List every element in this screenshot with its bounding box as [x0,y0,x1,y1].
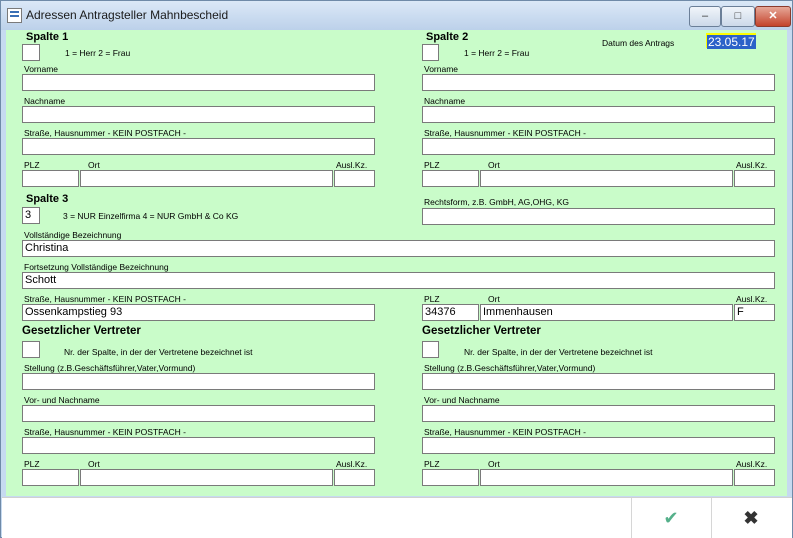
spalte1-nachname-input[interactable] [22,106,375,123]
spalte2-ausl-input[interactable] [734,170,775,187]
vertreter2-ausl-input[interactable] [734,469,775,486]
title-bar[interactable]: Adressen Antragsteller Mahnbescheid – □ … [1,1,792,30]
vertreter2-header: Gesetzlicher Vertreter [422,325,541,337]
spalte2-anrede-input[interactable] [422,44,439,61]
vertreter2-ausl-label: Ausl.Kz. [736,459,768,469]
date-label: Datum des Antrags [602,38,675,48]
app-icon [7,8,22,23]
vertreter1-ort-input[interactable] [80,469,333,486]
spalte2-nachname-input[interactable] [422,106,775,123]
spalte1-nachname-label: Nachname [24,96,66,106]
spalte3-bezeichnung-label: Vollständige Bezeichnung [24,230,122,240]
spalte2-vorname-input[interactable] [422,74,775,91]
vertreter1-stellung-input[interactable] [22,373,375,390]
vertreter2-name-label: Vor- und Nachname [424,395,500,405]
spalte2-anrede-hint: 1 = Herr 2 = Frau [464,48,530,58]
date-field[interactable]: 23.05.17 [706,33,756,49]
vertreter1-ort-label: Ort [88,459,100,469]
spalte2-plz-label: PLZ [424,160,440,170]
vertreter1-strasse-input[interactable] [22,437,375,454]
spalte3-ort-label: Ort [488,294,500,304]
spalte1-strasse-input[interactable] [22,138,375,155]
spalte1-plz-input[interactable] [22,170,79,187]
spalte2-plz-input[interactable] [422,170,479,187]
vertreter2-plz-input[interactable] [422,469,479,486]
vertreter2-strasse-input[interactable] [422,437,775,454]
spalte3-ausl-input[interactable]: F [734,304,775,321]
spalte1-vorname-label: Vorname [24,64,59,74]
spalte2-nachname-label: Nachname [424,96,466,106]
spalte3-plz-input[interactable]: 34376 [422,304,479,321]
ok-button[interactable]: ✔ [631,498,710,538]
vertreter2-name-input[interactable] [422,405,775,422]
vertreter1-ausl-label: Ausl.Kz. [336,459,368,469]
spalte3-rechtsform-input[interactable] [422,208,775,225]
vertreter2-ort-input[interactable] [480,469,733,486]
minimize-button[interactable]: – [689,6,721,27]
spalte3-ort-input[interactable]: Immenhausen [480,304,733,321]
spalte3-rechtsform-label: Rechtsform, z.B. GmbH, AG,OHG, KG [424,197,570,207]
vertreter2-plz-label: PLZ [424,459,440,469]
spalte3-art-hint: 3 = NUR Einzelfirma 4 = NUR GmbH & Co KG [63,211,239,221]
spalte3-ausl-label: Ausl.Kz. [736,294,768,304]
spalte3-header: Spalte 3 [26,193,69,205]
spalte1-ort-input[interactable] [80,170,333,187]
spalte3-art-input[interactable]: 3 [22,207,40,224]
vertreter2-nr-input[interactable] [422,341,439,358]
spalte3-strasse-input[interactable]: Ossenkampstieg 93 [22,304,375,321]
spalte2-header: Spalte 2 [426,31,469,43]
spalte1-plz-label: PLZ [24,160,40,170]
vertreter1-ausl-input[interactable] [334,469,375,486]
vertreter1-plz-input[interactable] [22,469,79,486]
dialog-window: Adressen Antragsteller Mahnbescheid – □ … [0,0,793,538]
spalte3-fortsetzung-label: Fortsetzung Vollständige Bezeichnung [24,262,169,272]
spalte2-vorname-label: Vorname [424,64,459,74]
date-value: 23.05.17 [707,35,756,49]
spalte2-ort-input[interactable] [480,170,733,187]
close-button[interactable]: ✕ [755,6,791,27]
spalte1-anrede-hint: 1 = Herr 2 = Frau [65,48,131,58]
vertreter1-header: Gesetzlicher Vertreter [22,325,141,337]
form-area: Spalte 1 1 = Herr 2 = Frau Vorname Nachn… [6,30,787,496]
vertreter2-stellung-label: Stellung (z.B.Geschäftsführer,Vater,Vorm… [424,363,596,373]
spalte1-vorname-input[interactable] [22,74,375,91]
spalte3-plz-label: PLZ [424,294,440,304]
x-icon: ✖ [743,508,759,528]
vertreter2-stellung-input[interactable] [422,373,775,390]
spalte2-ort-label: Ort [488,160,500,170]
spalte1-ort-label: Ort [88,160,100,170]
vertreter2-ort-label: Ort [488,459,500,469]
spalte3-strasse-label: Straße, Hausnummer - KEIN POSTFACH - [24,294,187,304]
vertreter1-strasse-label: Straße, Hausnummer - KEIN POSTFACH - [24,427,187,437]
maximize-button[interactable]: □ [721,6,755,27]
vertreter1-stellung-label: Stellung (z.B.Geschäftsführer,Vater,Vorm… [24,363,196,373]
check-icon: ✔ [663,508,679,528]
spalte2-ausl-label: Ausl.Kz. [736,160,768,170]
spalte1-ausl-input[interactable] [334,170,375,187]
vertreter1-nr-input[interactable] [22,341,40,358]
vertreter2-nr-hint: Nr. der Spalte, in der der Vertretene be… [464,347,653,357]
cancel-button[interactable]: ✖ [711,498,790,538]
vertreter1-plz-label: PLZ [24,459,40,469]
spalte3-bezeichnung-input[interactable]: Christina [22,240,775,257]
vertreter1-name-input[interactable] [22,405,375,422]
spalte1-strasse-label: Straße, Hausnummer - KEIN POSTFACH - [24,128,187,138]
vertreter2-strasse-label: Straße, Hausnummer - KEIN POSTFACH - [424,427,587,437]
vertreter1-name-label: Vor- und Nachname [24,395,100,405]
spalte2-strasse-input[interactable] [422,138,775,155]
window-title: Adressen Antragsteller Mahnbescheid [26,8,229,22]
spalte1-ausl-label: Ausl.Kz. [336,160,368,170]
spalte3-fortsetzung-input[interactable]: Schott [22,272,775,289]
button-bar: ✔ ✖ [2,497,792,538]
vertreter1-nr-hint: Nr. der Spalte, in der der Vertretene be… [64,347,253,357]
spalte1-header: Spalte 1 [26,31,69,43]
spalte2-strasse-label: Straße, Hausnummer - KEIN POSTFACH - [424,128,587,138]
spalte1-anrede-input[interactable] [22,44,40,61]
